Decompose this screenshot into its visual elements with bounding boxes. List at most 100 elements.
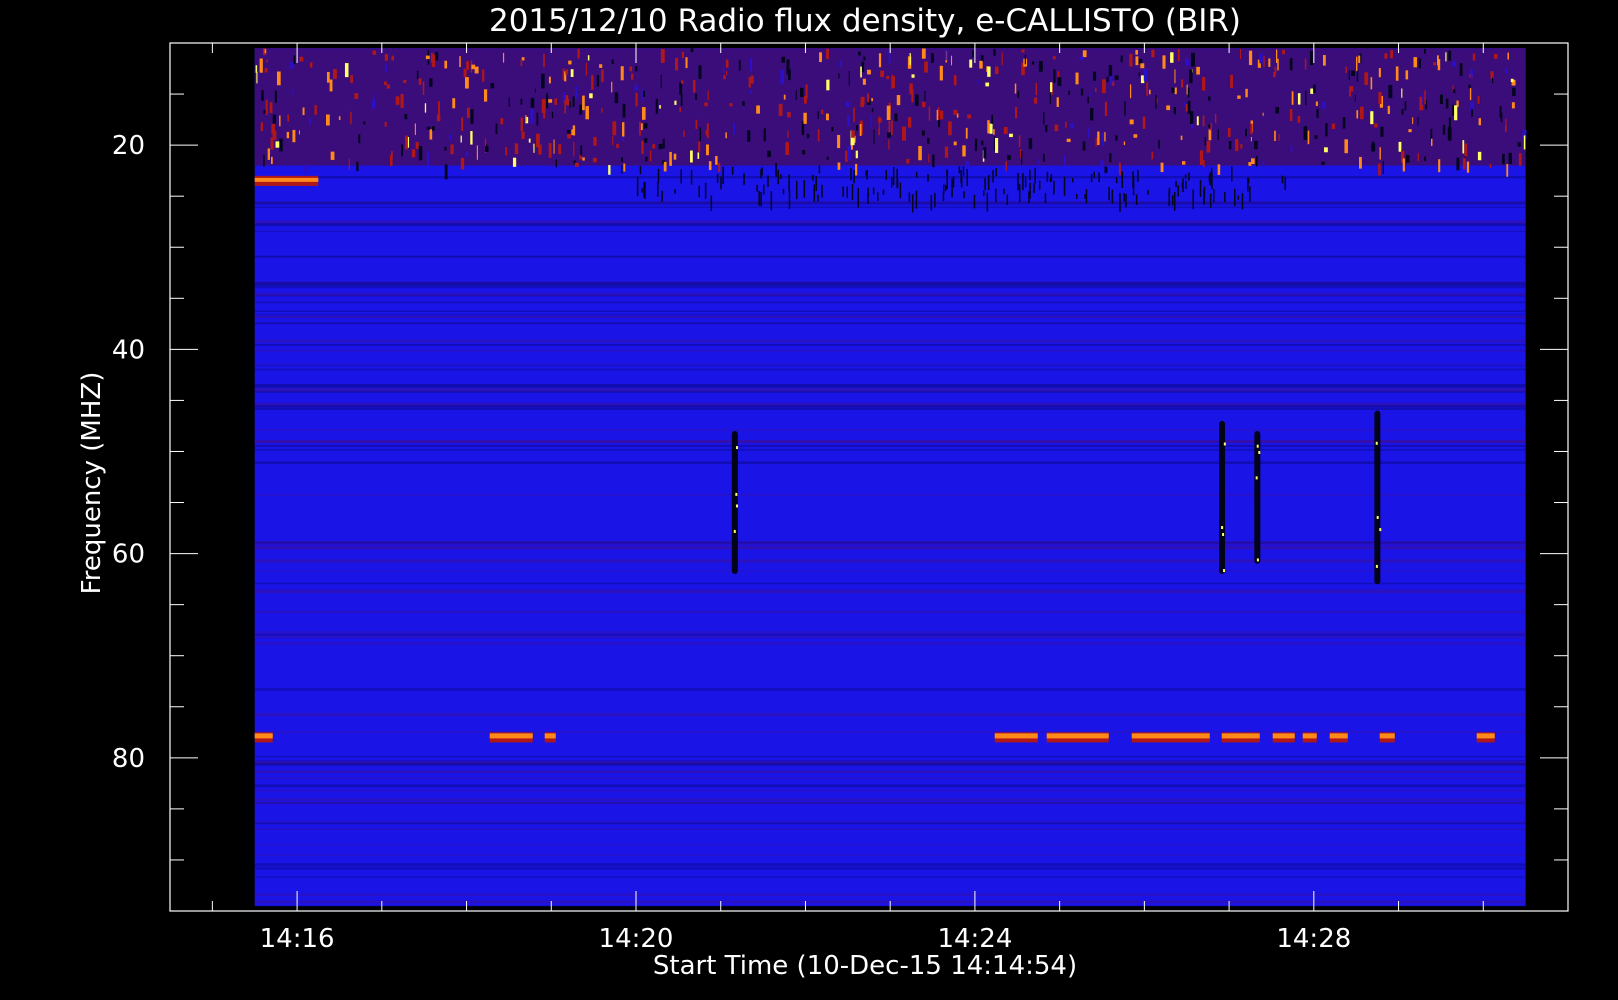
interference-band-cell (1133, 134, 1138, 138)
interference-band-cell (1387, 105, 1390, 114)
interference-band-cell (1263, 55, 1265, 68)
interference-band-cell (1489, 163, 1492, 168)
interference-band-cell (939, 110, 944, 120)
interference-band-cell (683, 130, 685, 137)
heatmap-texture (254, 893, 1526, 896)
interference-band-cell (748, 77, 751, 88)
interference-band-cell (862, 78, 866, 85)
interference-band-cell (1009, 133, 1013, 138)
interference-band-cell (1453, 89, 1456, 93)
heatmap-texture (254, 798, 1526, 802)
interference-band-cell (512, 157, 517, 167)
interference-band-cell (733, 122, 735, 135)
band-tail (1105, 166, 1108, 173)
interference-band-cell (1021, 49, 1025, 53)
heatmap-texture (254, 867, 1526, 870)
band-tail (1090, 174, 1093, 183)
band-tail (812, 174, 814, 181)
interference-band-cell (692, 80, 696, 93)
interference-band-cell (1331, 123, 1336, 130)
interference-band-cell (1189, 111, 1194, 125)
interference-band-cell (1239, 49, 1242, 60)
interference-band-cell (1322, 102, 1326, 109)
interference-band-cell (1151, 151, 1154, 160)
interference-band-cell (589, 93, 593, 99)
interference-band-cell (821, 109, 824, 115)
band-tail (770, 191, 773, 211)
heatmap-texture (254, 206, 1526, 208)
band-tail (1098, 172, 1100, 183)
burst (1254, 431, 1261, 564)
interference-band-cell (608, 165, 611, 175)
heatmap-texture (254, 230, 1526, 233)
interference-band-cell (1493, 53, 1498, 59)
burst (1374, 410, 1381, 585)
interference-band-cell (1289, 109, 1293, 121)
interference-band-cell (543, 106, 546, 119)
interference-band-cell (1070, 122, 1074, 129)
interference-band-cell (871, 98, 873, 102)
interference-band-cell (1315, 101, 1318, 106)
interference-band-cell (1506, 164, 1509, 177)
interference-band-cell (587, 55, 590, 61)
band-tail (915, 190, 918, 209)
interference-band-cell (742, 101, 745, 106)
interference-band-cell (1507, 52, 1510, 60)
heatmap-texture (254, 784, 1526, 788)
interference-band-cell (1356, 110, 1359, 119)
interference-band-cell (860, 66, 862, 78)
interference-band-cell (781, 56, 786, 63)
band-tail (984, 177, 986, 191)
interference-band-cell (1100, 160, 1104, 168)
interference-band-cell (500, 118, 504, 125)
interference-band-cell (1291, 91, 1294, 105)
interference-band-cell (888, 139, 890, 150)
interference-band-cell (520, 59, 523, 67)
heatmap-texture (254, 635, 1526, 638)
interference-band-cell (1018, 135, 1021, 148)
interference-band-cell (750, 75, 754, 84)
interference-band-cell (858, 51, 861, 56)
band-tail (1247, 177, 1250, 184)
interference-band-cell (729, 103, 733, 107)
interference-band-cell (1356, 56, 1358, 72)
interference-band-cell (979, 60, 983, 69)
interference-band-cell (906, 158, 910, 164)
interference-band-cell (921, 130, 925, 136)
heatmap-texture (254, 790, 1526, 792)
interference-band-cell (1052, 56, 1056, 60)
heatmap-texture (254, 541, 1526, 544)
interference-band-cell (429, 78, 433, 87)
burst-highlight (735, 492, 738, 496)
interference-band-cell (1191, 52, 1195, 67)
burst-highlight (1222, 533, 1225, 537)
interference-band-cell (287, 114, 290, 122)
heatmap-texture (254, 322, 1526, 325)
interference-band-cell (880, 70, 885, 78)
band-tail (1085, 189, 1088, 204)
band-tail (992, 170, 994, 183)
interference-band-cell (1248, 50, 1253, 66)
interference-band-cell (987, 66, 991, 77)
interference-band-cell (1124, 101, 1126, 116)
interference-band-cell (348, 158, 350, 171)
interference-band-cell (391, 55, 394, 61)
band-tail (731, 166, 734, 175)
interference-band-cell (675, 57, 679, 71)
interference-line-segment (1221, 733, 1260, 739)
interference-band-cell (570, 69, 574, 78)
interference-band-cell (1289, 58, 1293, 71)
interference-band-cell (993, 129, 995, 135)
band-tail (867, 193, 869, 204)
interference-band-cell (1324, 147, 1328, 153)
interference-band-cell (414, 123, 416, 135)
interference-band-cell (679, 82, 683, 95)
interference-band-cell (927, 137, 930, 144)
band-tail (680, 169, 682, 184)
interference-band-cell (1045, 125, 1048, 132)
interference-band-cell (1038, 159, 1040, 169)
band-tail (1038, 180, 1041, 190)
interference-line-segment (1046, 733, 1109, 739)
interference-band-cell (1118, 162, 1121, 176)
interference-band-cell (1042, 154, 1045, 162)
